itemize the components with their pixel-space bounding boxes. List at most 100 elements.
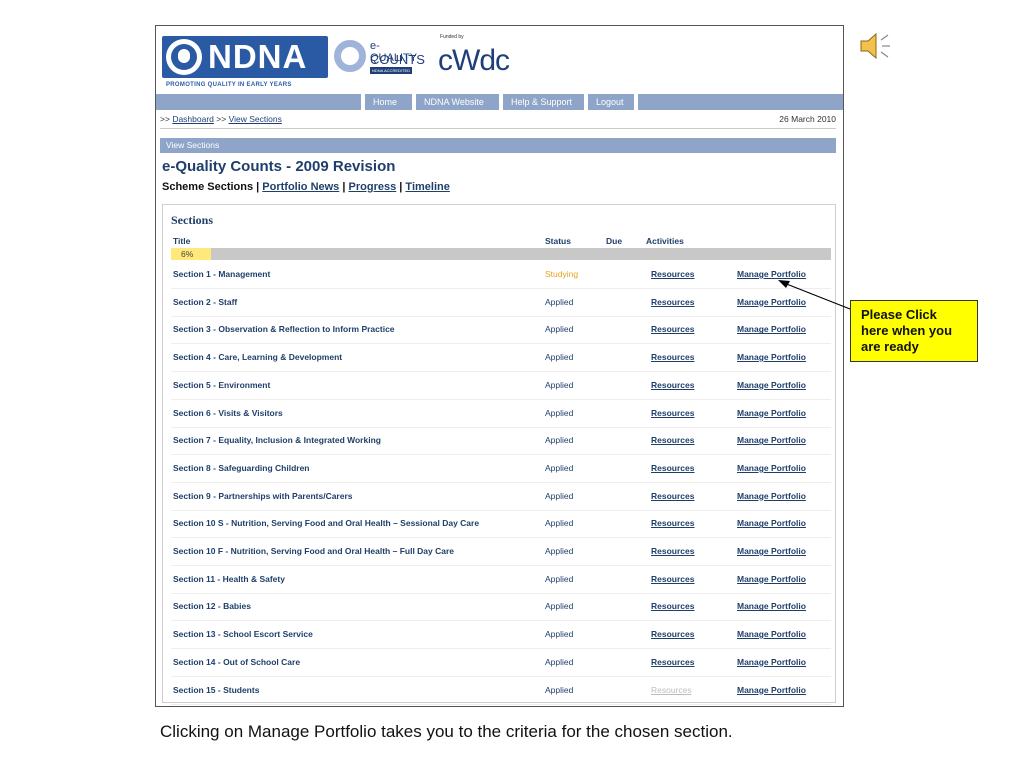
resources-link[interactable]: Resources: [651, 316, 694, 343]
cwdc-logo[interactable]: Funded by cWdc: [438, 34, 518, 80]
sub-nav-progress-link[interactable]: Progress: [349, 181, 397, 193]
resources-link[interactable]: Resources: [651, 538, 694, 565]
manage-portfolio-link[interactable]: Manage Portfolio: [737, 261, 806, 288]
section-title: Section 8 - Safeguarding Children: [173, 462, 310, 473]
column-header-activities: Activities: [646, 236, 684, 246]
manage-portfolio-link[interactable]: Manage Portfolio: [737, 344, 806, 371]
section-title: Section 15 - Students: [173, 684, 260, 695]
sub-nav: Scheme Sections | Portfolio News | Progr…: [162, 181, 450, 193]
breadcrumb-dashboard-link[interactable]: Dashboard: [172, 114, 214, 124]
manage-portfolio-link[interactable]: Manage Portfolio: [737, 510, 806, 537]
section-status: Applied: [545, 379, 574, 390]
table-row: Section 11 - Health & Safety Applied Resou…: [171, 566, 831, 594]
resources-link[interactable]: Resources: [651, 289, 694, 316]
manage-portfolio-link[interactable]: Manage Portfolio: [737, 677, 806, 704]
manage-portfolio-link[interactable]: Manage Portfolio: [737, 621, 806, 648]
section-status: Applied: [545, 407, 574, 418]
section-title: Section 13 - School Escort Service: [173, 629, 313, 640]
sub-nav-separator: |: [256, 181, 260, 193]
resources-link[interactable]: Resources: [651, 455, 694, 482]
manage-portfolio-link[interactable]: Manage Portfolio: [737, 566, 806, 593]
section-title: Section 11 - Health & Safety: [173, 573, 285, 584]
section-status: Applied: [545, 490, 574, 501]
table-row: Section 2 - Staff Applied Resources Manage …: [171, 289, 831, 317]
resources-link[interactable]: Resources: [651, 400, 694, 427]
resources-link[interactable]: Resources: [651, 649, 694, 676]
section-title: Section 4 - Care, Learning & Development: [173, 352, 343, 363]
manage-portfolio-link[interactable]: Manage Portfolio: [737, 316, 806, 343]
section-title: Section 2 - Staff: [173, 296, 238, 307]
table-row: Section 8 - Safeguarding Children Applied…: [171, 455, 831, 483]
ndna-emblem-icon: [166, 39, 202, 75]
table-row: Section 10 F - Nutrition, Serving Food a…: [171, 538, 831, 566]
table-row: Section 9 - Partnerships with Parents/Ca…: [171, 483, 831, 511]
section-title: Section 14 - Out of School Care: [173, 656, 301, 667]
sub-nav-scheme-sections: Scheme Sections: [162, 181, 254, 193]
nav-home[interactable]: Home: [361, 94, 397, 110]
table-row: Section 4 - Care, Learning & Development…: [171, 344, 831, 373]
current-date: 26 March 2010: [779, 114, 836, 124]
manage-portfolio-link[interactable]: Manage Portfolio: [737, 427, 806, 454]
manage-portfolio-link[interactable]: Manage Portfolio: [737, 483, 806, 510]
section-status: Applied: [545, 684, 574, 695]
nav-ndna-website[interactable]: NDNA Website: [412, 94, 484, 110]
column-header-due: Due: [606, 236, 623, 246]
resources-link[interactable]: Resources: [651, 344, 694, 371]
manage-portfolio-link[interactable]: Manage Portfolio: [737, 538, 806, 565]
section-status: Applied: [545, 546, 574, 556]
click-here-callout: Please Click here when you are ready: [850, 300, 978, 362]
resources-link[interactable]: Resources: [651, 566, 694, 593]
resources-link[interactable]: Resources: [651, 621, 694, 648]
section-status: Applied: [545, 573, 574, 584]
resources-link[interactable]: Resources: [651, 261, 694, 288]
top-nav-bar: Home NDNA Website Help & Support Logout: [156, 94, 843, 110]
column-header-status: Status: [545, 236, 571, 246]
manage-portfolio-link[interactable]: Manage Portfolio: [737, 289, 806, 316]
resources-link[interactable]: Resources: [651, 372, 694, 399]
sub-nav-separator: |: [342, 181, 346, 193]
section-status: Applied: [545, 462, 574, 473]
browser-frame: NDNA PROMOTING QUALITY IN EARLY YEARS e-…: [155, 25, 844, 707]
resources-link: Resources: [651, 684, 692, 695]
resources-link[interactable]: Resources: [651, 593, 694, 620]
ndna-logo[interactable]: NDNA: [162, 36, 328, 78]
breadcrumb: >> Dashboard >> View Sections 26 March 2…: [160, 114, 836, 129]
equality-counts-logo[interactable]: e-QUALITY COUNTS NDNA ACCREDITED: [334, 36, 425, 82]
section-title: Section 9 - Partnerships with Parents/Ca…: [173, 490, 353, 501]
section-status: Applied: [545, 324, 574, 335]
section-title: Section 1 - Management: [173, 269, 271, 279]
table-row: Section 15 - Students Applied Resources Man…: [171, 677, 831, 705]
logo-row: NDNA PROMOTING QUALITY IN EARLY YEARS e-…: [156, 26, 843, 94]
manage-portfolio-link[interactable]: Manage Portfolio: [737, 649, 806, 676]
section-status: Applied: [545, 629, 574, 640]
sections-panel: Sections Title Status Due Activities 6% …: [162, 204, 836, 705]
section-status: Applied: [545, 518, 574, 529]
resources-link[interactable]: Resources: [651, 510, 694, 537]
page-title: e-Quality Counts - 2009 Revision: [162, 158, 396, 175]
section-status: Applied: [545, 435, 574, 446]
slide-caption: Clicking on Manage Portfolio takes you t…: [160, 722, 733, 741]
nav-help-support[interactable]: Help & Support: [499, 94, 572, 110]
equality-q-icon: [334, 40, 366, 72]
table-row: Section 10 S - Nutrition, Serving Food a…: [171, 510, 831, 539]
table-row: Section 12 - Babies Applied Resources Manag…: [171, 593, 831, 622]
manage-portfolio-link[interactable]: Manage Portfolio: [737, 372, 806, 399]
manage-portfolio-link[interactable]: Manage Portfolio: [737, 455, 806, 482]
table-row: Section 5 - Environment Applied Resources M…: [171, 372, 831, 400]
section-title: Section 7 - Equality, Inclusion & Integr…: [173, 435, 381, 446]
section-title: Section 10 S - Nutrition, Serving Food a…: [173, 518, 480, 529]
view-sections-bar: View Sections: [160, 138, 836, 153]
section-title: Section 6 - Visits & Visitors: [173, 407, 283, 418]
ndna-tagline: PROMOTING QUALITY IN EARLY YEARS: [166, 82, 292, 88]
breadcrumb-view-sections-link[interactable]: View Sections: [229, 114, 282, 124]
manage-portfolio-link[interactable]: Manage Portfolio: [737, 400, 806, 427]
resources-link[interactable]: Resources: [651, 427, 694, 454]
speaker-icon[interactable]: [858, 30, 892, 62]
sections-heading: Sections: [171, 213, 213, 227]
resources-link[interactable]: Resources: [651, 483, 694, 510]
section-title: Section 5 - Environment: [173, 379, 271, 390]
manage-portfolio-link[interactable]: Manage Portfolio: [737, 593, 806, 620]
sub-nav-portfolio-news-link[interactable]: Portfolio News: [262, 181, 339, 193]
sub-nav-timeline-link[interactable]: Timeline: [405, 181, 449, 193]
nav-logout[interactable]: Logout: [584, 94, 638, 110]
